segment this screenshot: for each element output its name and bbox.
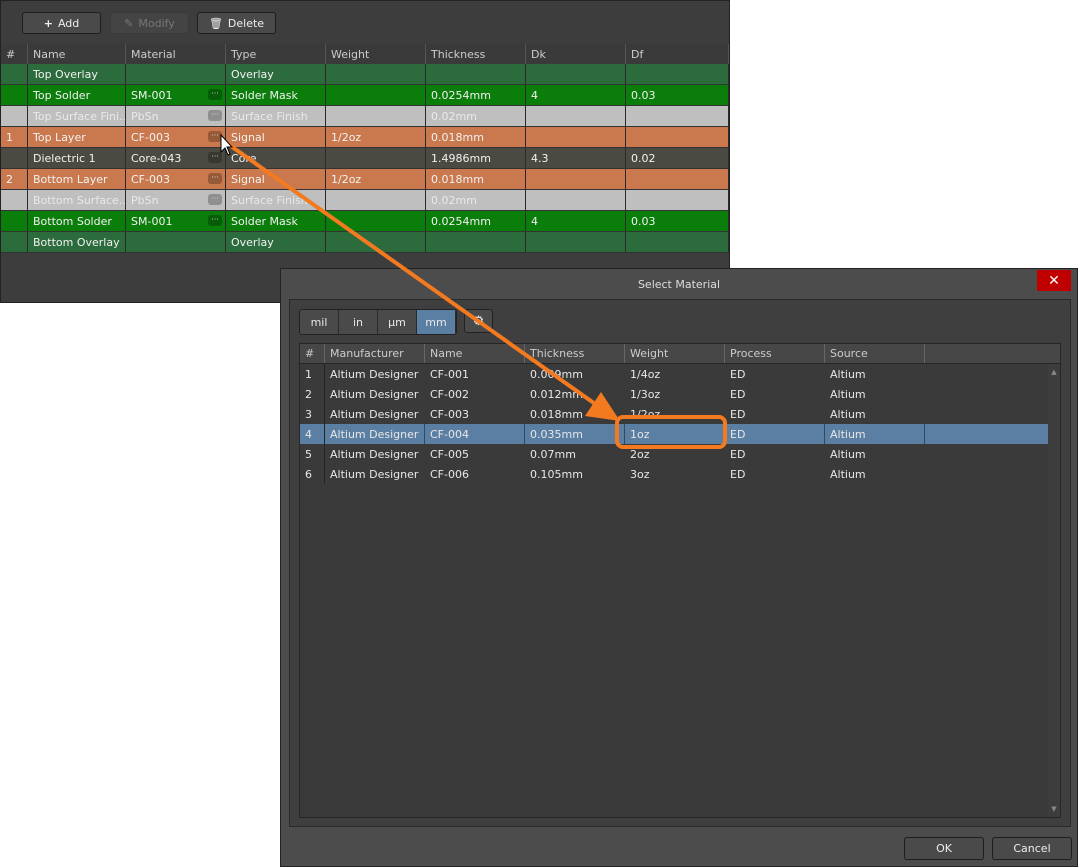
annotation-arrow — [226, 142, 600, 408]
annotation-overlay — [220, 133, 727, 449]
highlight-box — [615, 415, 727, 449]
mouse-cursor-icon — [220, 133, 234, 156]
arrow-head — [585, 392, 620, 421]
